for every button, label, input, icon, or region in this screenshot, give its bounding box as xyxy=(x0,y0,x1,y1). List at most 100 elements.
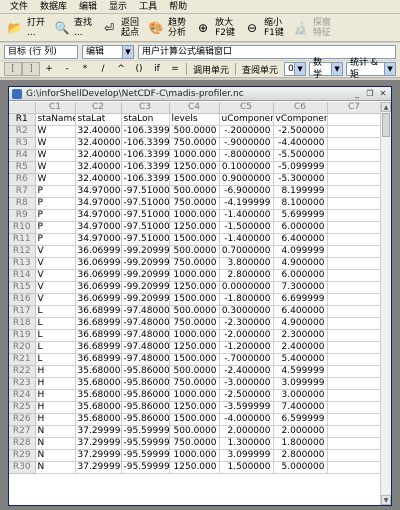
close-icon[interactable]: ✕ xyxy=(378,89,388,99)
table-cell[interactable]: L xyxy=(35,329,76,342)
row-header[interactable]: R24 xyxy=(9,389,36,402)
row-header[interactable]: R6 xyxy=(9,173,36,186)
table-cell[interactable] xyxy=(327,401,381,414)
scroll-down-icon[interactable]: ▼ xyxy=(381,495,391,505)
table-cell[interactable]: N xyxy=(35,461,76,474)
table-cell[interactable]: L xyxy=(35,341,76,354)
table-cell[interactable]: -95.86000 xyxy=(121,401,170,414)
table-cell[interactable]: 2.800000 xyxy=(273,449,328,462)
menu-item[interactable]: 数据库 xyxy=(34,0,73,14)
row-header[interactable]: R13 xyxy=(9,257,36,270)
table-cell[interactable]: 1000.000 xyxy=(169,329,220,342)
table-cell[interactable]: -2.500000 xyxy=(273,125,328,138)
table-cell[interactable]: -5.500000 xyxy=(273,149,328,162)
table-cell[interactable]: -97.48000 xyxy=(121,305,170,318)
table-cell[interactable]: 36.06999 xyxy=(75,269,122,282)
table-cell[interactable]: 37.29999 xyxy=(75,437,122,450)
column-header[interactable]: C4 xyxy=(169,102,220,114)
query-unit-button[interactable]: 查阅单元 xyxy=(238,63,282,76)
table-cell[interactable]: 34.97000 xyxy=(75,209,122,222)
table-cell[interactable]: N xyxy=(35,425,76,438)
table-cell[interactable]: 35.68000 xyxy=(75,413,122,426)
table-cell[interactable]: 1500.000 xyxy=(169,293,220,306)
table-cell[interactable]: -1.400000 xyxy=(219,209,274,222)
table-cell[interactable]: 36.68999 xyxy=(75,341,122,354)
table-cell[interactable] xyxy=(327,269,381,282)
table-cell[interactable]: 3.099999 xyxy=(273,377,328,390)
table-cell[interactable]: -.9000000 xyxy=(219,137,274,150)
table-cell[interactable]: 2.400000 xyxy=(273,341,328,354)
table-cell[interactable]: -97.48000 xyxy=(121,317,170,330)
table-cell[interactable]: 1500.000 xyxy=(169,233,220,246)
table-cell[interactable]: -2.400000 xyxy=(219,365,274,378)
table-cell[interactable]: -3.599999 xyxy=(219,401,274,414)
operator-button[interactable]: if xyxy=(148,62,166,76)
table-cell[interactable]: 500.0000 xyxy=(169,245,220,258)
row-header[interactable]: R19 xyxy=(9,329,36,342)
table-cell[interactable]: N xyxy=(35,437,76,450)
table-cell[interactable]: 4.900000 xyxy=(273,257,328,270)
table-cell[interactable]: 3.099999 xyxy=(219,449,274,462)
table-cell[interactable]: 4.099999 xyxy=(273,245,328,258)
scroll-thumb[interactable] xyxy=(382,113,390,137)
operator-button[interactable]: () xyxy=(130,62,148,76)
table-cell[interactable]: -1.500000 xyxy=(219,221,274,234)
table-cell[interactable]: P xyxy=(35,221,76,234)
table-cell[interactable]: 6.400000 xyxy=(273,305,328,318)
table-cell[interactable]: -99.20999 xyxy=(121,281,170,294)
operator-button[interactable]: * xyxy=(76,62,94,76)
table-cell[interactable]: 1000.000 xyxy=(169,209,220,222)
menu-item[interactable]: 显示 xyxy=(103,0,133,14)
table-cell[interactable]: 1500.000 xyxy=(169,173,220,186)
row-header[interactable]: R18 xyxy=(9,317,36,330)
operator-button[interactable]: = xyxy=(166,62,184,76)
table-cell[interactable]: 6.000000 xyxy=(273,221,328,234)
table-cell[interactable]: 36.68999 xyxy=(75,353,122,366)
table-cell[interactable]: 1.500000 xyxy=(219,461,274,474)
table-cell[interactable]: -1.200000 xyxy=(219,341,274,354)
row-header[interactable]: R4 xyxy=(9,149,36,162)
table-cell[interactable]: 500.0000 xyxy=(169,125,220,138)
table-cell[interactable]: 1250.000 xyxy=(169,341,220,354)
table-cell[interactable]: W xyxy=(35,137,76,150)
row-header[interactable]: R15 xyxy=(9,281,36,294)
table-cell[interactable]: 1.300000 xyxy=(219,437,274,450)
table-cell[interactable]: -97.48000 xyxy=(121,329,170,342)
table-cell[interactable]: 750.0000 xyxy=(169,137,220,150)
table-cell[interactable]: 35.68000 xyxy=(75,365,122,378)
call-unit-button[interactable]: 调用单元 xyxy=(189,63,233,76)
table-cell[interactable]: H xyxy=(35,413,76,426)
table-cell[interactable]: 7.300000 xyxy=(273,281,328,294)
table-cell[interactable]: 1000.000 xyxy=(169,449,220,462)
table-cell[interactable]: 36.68999 xyxy=(75,305,122,318)
table-cell[interactable]: -99.20999 xyxy=(121,245,170,258)
table-cell[interactable]: -99.20999 xyxy=(121,257,170,270)
table-cell[interactable]: 36.06999 xyxy=(75,257,122,270)
table-cell[interactable] xyxy=(327,149,381,162)
table-cell[interactable]: -2.300000 xyxy=(219,317,274,330)
table-cell[interactable]: 1000.000 xyxy=(169,389,220,402)
table-cell[interactable] xyxy=(327,305,381,318)
table-cell[interactable]: L xyxy=(35,317,76,330)
table-cell[interactable] xyxy=(327,173,381,186)
table-cell[interactable]: 750.0000 xyxy=(169,257,220,270)
table-cell[interactable]: -99.20999 xyxy=(121,293,170,306)
operator-button[interactable]: + xyxy=(40,62,58,76)
table-cell[interactable]: 36.06999 xyxy=(75,281,122,294)
table-cell[interactable]: 32.40000 xyxy=(75,149,122,162)
table-cell[interactable]: 6.400000 xyxy=(273,233,328,246)
field-name-cell[interactable]: staLat xyxy=(75,113,122,126)
minimize-icon[interactable]: _ xyxy=(352,89,362,99)
menu-item[interactable]: 编辑 xyxy=(73,0,103,14)
table-cell[interactable]: -5.300000 xyxy=(273,173,328,186)
table-cell[interactable]: -6.900000 xyxy=(219,185,274,198)
table-cell[interactable]: 500.0000 xyxy=(169,305,220,318)
row-header[interactable]: R20 xyxy=(9,341,36,354)
zoom-in-button[interactable]: ⊕ 放大 F2键 xyxy=(192,16,237,40)
table-cell[interactable]: V xyxy=(35,257,76,270)
table-cell[interactable]: H xyxy=(35,377,76,390)
table-cell[interactable]: 2.300000 xyxy=(273,329,328,342)
field-name-cell[interactable]: staLon xyxy=(121,113,170,126)
table-cell[interactable]: -97.51000 xyxy=(121,233,170,246)
row-header[interactable]: R28 xyxy=(9,437,36,450)
